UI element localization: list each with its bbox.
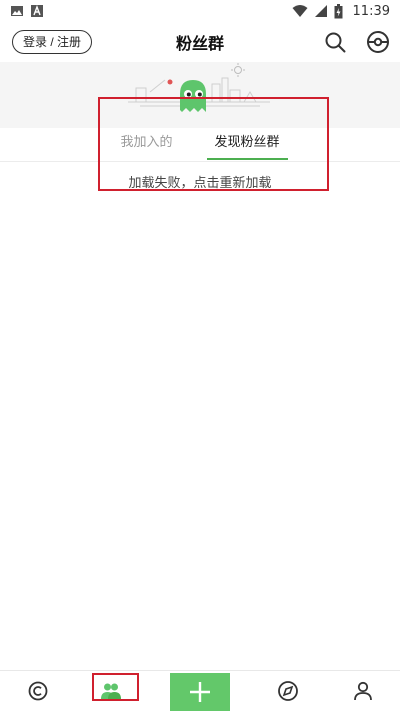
settings-icon[interactable] xyxy=(366,30,390,54)
balloon-icon xyxy=(167,79,173,85)
tab-discover[interactable]: 发现粉丝群 xyxy=(205,128,290,162)
signal-icon xyxy=(314,5,327,17)
home-c-icon[interactable] xyxy=(26,679,50,703)
add-button[interactable] xyxy=(170,673,230,711)
tab-bar: 我加入的 发现粉丝群 xyxy=(0,128,400,162)
page-title: 粉丝群 xyxy=(175,34,224,53)
search-icon[interactable] xyxy=(323,30,347,54)
login-register-button[interactable]: 登录 / 注册 xyxy=(12,30,93,54)
profile-icon[interactable] xyxy=(351,679,375,703)
discover-icon[interactable] xyxy=(276,679,300,703)
bottom-nav xyxy=(0,670,400,711)
status-bar: 11:39 xyxy=(0,0,400,22)
wifi-icon xyxy=(292,5,308,17)
image-notification-icon xyxy=(11,6,23,16)
plus-icon xyxy=(190,682,210,702)
mascot-icon xyxy=(180,80,206,112)
tab-joined[interactable]: 我加入的 xyxy=(110,128,182,162)
app-notification-icon xyxy=(31,5,43,17)
fan-group-banner xyxy=(0,62,400,128)
battery-icon xyxy=(334,3,343,18)
reload-message[interactable]: 加载失败，点击重新加载 xyxy=(0,172,400,191)
fan-group-icon[interactable] xyxy=(99,679,123,703)
app-screen: 11:39 登录 / 注册 粉丝群 我加入的 发现粉丝群 加载失败，点击重新加载 xyxy=(0,0,400,711)
sun-icon xyxy=(231,63,245,77)
top-app-bar: 登录 / 注册 粉丝群 xyxy=(0,22,400,62)
banner-illustration xyxy=(128,63,270,112)
status-time: 11:39 xyxy=(352,3,390,19)
